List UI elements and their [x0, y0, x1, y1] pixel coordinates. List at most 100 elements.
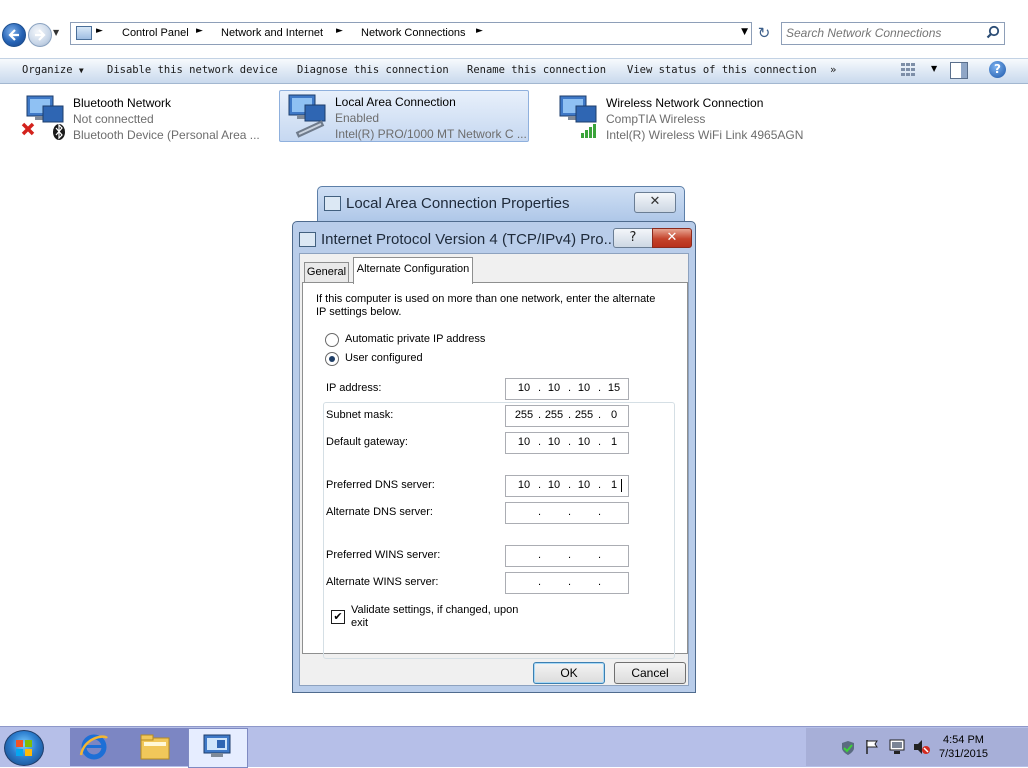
- connection-device: Intel(R) PRO/1000 MT Network C ...: [335, 127, 527, 141]
- connection-status: CompTIA Wireless: [606, 112, 706, 126]
- cancel-button[interactable]: Cancel: [614, 662, 686, 684]
- more-commands-button[interactable]: »: [830, 64, 836, 76]
- octet: 10: [577, 479, 591, 491]
- network-adapter-icon: [324, 196, 341, 211]
- help-icon[interactable]: ?: [989, 61, 1006, 78]
- octet: 1: [610, 436, 618, 448]
- view-status-button[interactable]: View status of this connection: [627, 64, 817, 76]
- connection-title: Local Area Connection: [335, 95, 456, 109]
- disable-device-button[interactable]: Disable this network device: [107, 64, 278, 76]
- preview-pane-icon[interactable]: [950, 62, 968, 79]
- dialog-titlebar[interactable]: Internet Protocol Version 4 (TCP/IPv4) P…: [293, 222, 695, 254]
- security-check-icon[interactable]: [840, 740, 856, 756]
- system-tray: 4:54 PM 7/31/2015: [806, 728, 1028, 766]
- address-toolbar: ▼ ► Control Panel ► Network and Internet…: [0, 0, 1028, 58]
- subnet-mask-label: Subnet mask:: [326, 409, 394, 421]
- connection-title: Bluetooth Network: [73, 96, 172, 110]
- connection-status: Enabled: [335, 111, 380, 125]
- preferred-dns-label: Preferred DNS server:: [326, 479, 435, 491]
- taskbar-network-connections[interactable]: [188, 728, 248, 768]
- octet-dot: .: [538, 506, 542, 518]
- refresh-button[interactable]: ↻: [753, 23, 775, 43]
- octet-dot: .: [568, 382, 572, 394]
- close-button[interactable]: ✕: [652, 228, 692, 248]
- chevron-right-icon[interactable]: ►: [336, 26, 343, 36]
- chevron-right-icon[interactable]: ►: [476, 26, 483, 36]
- chevron-down-icon[interactable]: ▼: [741, 27, 748, 37]
- diagnose-button[interactable]: Diagnose this connection: [297, 64, 449, 76]
- preferred-wins-field[interactable]: . . .: [505, 545, 629, 567]
- close-button[interactable]: ✕: [634, 192, 676, 213]
- tab-alternate-configuration[interactable]: Alternate Configuration: [353, 257, 473, 284]
- connection-bluetooth[interactable]: Bluetooth Network Not connectted Bluetoo…: [18, 92, 268, 142]
- octet-dot: .: [538, 549, 542, 561]
- change-view-icon[interactable]: [900, 62, 916, 77]
- help-button[interactable]: ?: [613, 228, 653, 248]
- tab-general[interactable]: General: [304, 262, 349, 282]
- search-input[interactable]: [786, 26, 976, 40]
- octet-dot: .: [568, 576, 572, 588]
- octet: 10: [517, 479, 531, 491]
- connection-status: Not connectted: [73, 112, 154, 126]
- breadcrumb-control-panel[interactable]: Control Panel: [122, 27, 189, 39]
- internet-explorer-icon[interactable]: [78, 732, 110, 762]
- alternate-dns-label: Alternate DNS server:: [326, 506, 433, 518]
- network-tray-icon[interactable]: [888, 739, 906, 755]
- alternate-dns-field[interactable]: . . .: [505, 502, 629, 524]
- lan-adapter-icon: [288, 94, 326, 138]
- folder-icon[interactable]: [138, 732, 172, 762]
- octet: 10: [517, 382, 531, 394]
- connection-local-area[interactable]: Local Area Connection Enabled Intel(R) P…: [279, 90, 529, 142]
- breadcrumb-network-connections[interactable]: Network Connections: [361, 27, 466, 39]
- arrow-left-icon: [8, 29, 19, 41]
- chevron-right-icon[interactable]: ►: [96, 26, 103, 36]
- tab-panel: If this computer is used on more than on…: [302, 282, 688, 659]
- connection-device: Intel(R) Wireless WiFi Link 4965AGN: [606, 128, 804, 142]
- organize-menu[interactable]: Organize ▼: [22, 64, 84, 76]
- wireless-adapter-icon: [559, 95, 597, 138]
- clock-time[interactable]: 4:54 PM: [943, 734, 984, 746]
- back-button[interactable]: [2, 23, 26, 47]
- octet: 10: [577, 436, 591, 448]
- intro-text: If this computer is used on more than on…: [316, 293, 656, 318]
- organize-label: Organize: [22, 64, 73, 76]
- ok-button[interactable]: OK: [533, 662, 605, 684]
- checkbox-label: Validate settings, if changed, upon exit: [351, 604, 519, 629]
- dialog-body: General Alternate Configuration If this …: [299, 253, 689, 686]
- chevron-right-icon[interactable]: ►: [196, 26, 203, 36]
- start-button[interactable]: [4, 730, 44, 766]
- octet-dot: .: [598, 576, 602, 588]
- checkbox[interactable]: ✔: [331, 610, 345, 624]
- bluetooth-network-icon: [21, 95, 65, 140]
- octet: 0: [610, 409, 618, 421]
- alternate-wins-field[interactable]: . . .: [505, 572, 629, 594]
- octet-dot: .: [568, 506, 572, 518]
- radio-button[interactable]: [325, 352, 339, 366]
- octet-dot: .: [568, 409, 572, 421]
- breadcrumb-network-and-internet[interactable]: Network and Internet: [221, 27, 323, 39]
- address-bar[interactable]: ► Control Panel ► Network and Internet ►…: [70, 22, 752, 45]
- connection-wireless[interactable]: Wireless Network Connection CompTIA Wire…: [551, 92, 811, 142]
- volume-muted-icon[interactable]: [912, 739, 930, 755]
- recent-pages-dropdown[interactable]: ▼: [53, 28, 59, 37]
- rename-button[interactable]: Rename this connection: [467, 64, 606, 76]
- octet-dot: .: [568, 479, 572, 491]
- chevron-down-icon[interactable]: ▼: [931, 64, 937, 73]
- ip-address-field[interactable]: 10. 10. 10. 15: [505, 378, 629, 400]
- default-gateway-field[interactable]: 10. 10. 10. 1: [505, 432, 629, 454]
- connection-device: Bluetooth Device (Personal Area ...: [73, 128, 260, 142]
- forward-button[interactable]: [28, 23, 52, 47]
- preferred-dns-field[interactable]: 10. 10. 10. 1: [505, 475, 629, 497]
- search-box[interactable]: [781, 22, 1005, 45]
- octet-dot: .: [538, 479, 542, 491]
- octet: 10: [547, 382, 561, 394]
- octet-dot: .: [598, 479, 602, 491]
- close-icon: ✕: [649, 194, 661, 209]
- radio-button[interactable]: [325, 333, 339, 347]
- action-center-flag-icon[interactable]: [864, 739, 880, 755]
- subnet-mask-field[interactable]: 255. 255. 255. 0: [505, 405, 629, 427]
- clock-date[interactable]: 7/31/2015: [939, 748, 988, 760]
- octet: 15: [607, 382, 621, 394]
- arrow-right-icon: [35, 29, 46, 41]
- search-icon[interactable]: [986, 25, 1000, 39]
